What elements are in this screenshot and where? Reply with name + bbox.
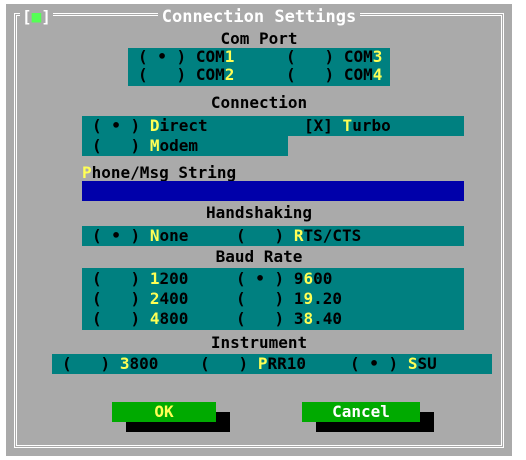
radio-com4[interactable]: ( ) COM4 xyxy=(286,66,382,84)
close-icon: ■ xyxy=(31,7,42,26)
radio-none[interactable]: ( • ) None xyxy=(92,227,188,245)
radio-baud-9600[interactable]: ( • ) 9600 xyxy=(236,270,332,288)
radio-instrument-prr10[interactable]: ( ) PRR10 xyxy=(200,355,306,373)
radio-baud-3840[interactable]: ( ) 38.40 xyxy=(236,310,342,328)
radio-instrument-ssu[interactable]: ( • ) SSU xyxy=(350,355,437,373)
dialog-title: Connection Settings xyxy=(157,6,361,28)
close-button[interactable]: [■] xyxy=(20,8,53,26)
phone-msg-input[interactable] xyxy=(82,181,464,201)
radio-instrument-3800[interactable]: ( ) 3800 xyxy=(62,355,158,373)
radio-rts-cts[interactable]: ( ) RTS/CTS xyxy=(236,227,361,245)
radio-com2[interactable]: ( ) COM2 xyxy=(138,66,234,84)
checkbox-turbo[interactable]: [X] Turbo xyxy=(304,117,391,135)
instrument-label: Instrument xyxy=(210,333,308,352)
radio-baud-1200[interactable]: ( ) 1200 xyxy=(92,270,188,288)
radio-baud-1920[interactable]: ( ) 19.20 xyxy=(236,290,342,308)
title-bar: Connection Settings xyxy=(6,6,512,28)
radio-com3[interactable]: ( ) COM3 xyxy=(286,48,382,66)
radio-modem[interactable]: ( ) Modem xyxy=(92,137,198,155)
radio-baud-2400[interactable]: ( ) 2400 xyxy=(92,290,188,308)
connection-label: Connection xyxy=(210,93,308,112)
radio-baud-4800[interactable]: ( ) 4800 xyxy=(92,310,188,328)
com-port-label: Com Port xyxy=(220,29,298,48)
radio-com1[interactable]: ( • ) COM1 xyxy=(138,48,234,66)
handshaking-label: Handshaking xyxy=(206,203,312,222)
baud-rate-label: Baud Rate xyxy=(215,247,303,266)
radio-direct[interactable]: ( • ) Direct xyxy=(92,117,208,135)
phone-msg-label: Phone/Msg String xyxy=(82,163,237,182)
cancel-button[interactable]: Cancel xyxy=(302,402,420,422)
connection-settings-dialog: Connection Settings [■] Com Port ( • ) C… xyxy=(6,4,512,456)
ok-button[interactable]: OK xyxy=(112,402,216,422)
